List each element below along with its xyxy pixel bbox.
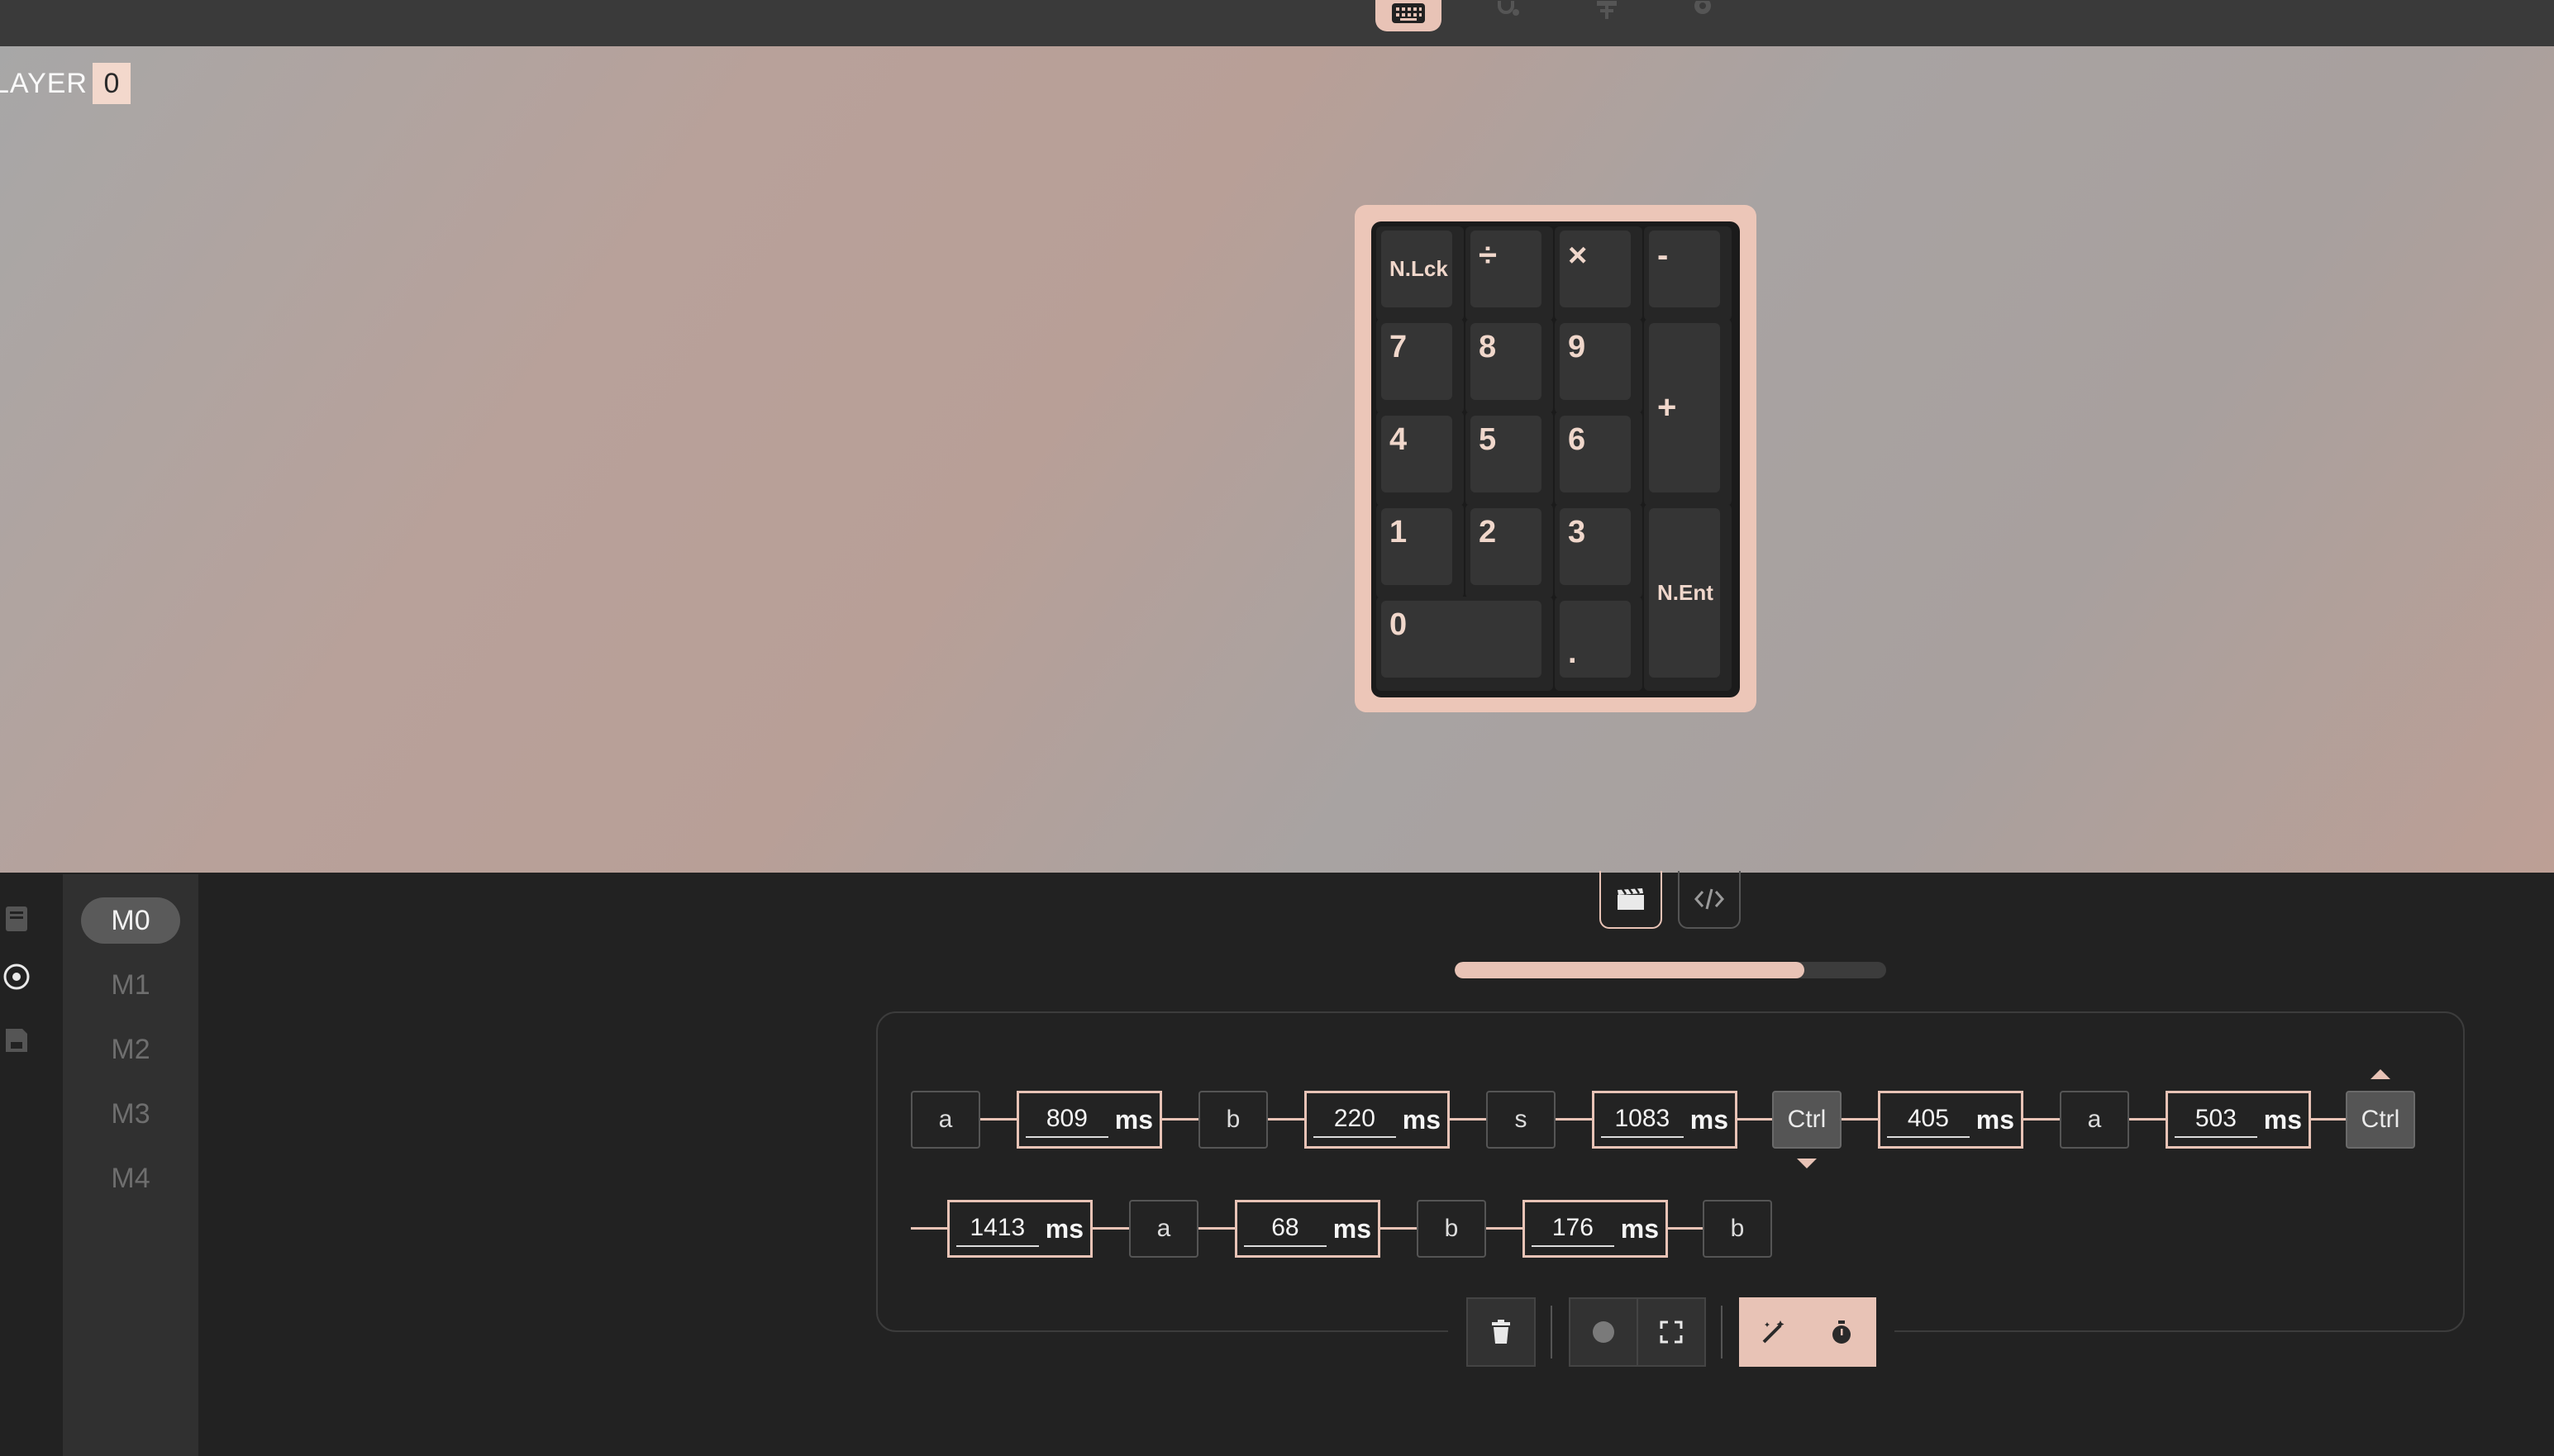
- key-minus[interactable]: -: [1644, 226, 1732, 321]
- key-5[interactable]: 5: [1465, 412, 1553, 506]
- macro-item-m1[interactable]: M1: [81, 962, 180, 1008]
- key-up-indicator: [2371, 1069, 2390, 1079]
- delay-field[interactable]: 176 ms: [1522, 1200, 1668, 1258]
- macro-item-m2[interactable]: M2: [81, 1026, 180, 1073]
- fullscreen-icon[interactable]: [1637, 1297, 1706, 1367]
- key-3[interactable]: 3: [1555, 504, 1642, 598]
- key-9[interactable]: 9: [1555, 319, 1642, 413]
- key-down-indicator: [1797, 1159, 1817, 1168]
- numpad-body: N.Lck ÷ × - 7 8 9 + 4 5 6 1 2 3 N.Ent 0 …: [1371, 221, 1740, 697]
- progress-fill: [1455, 962, 1804, 978]
- key-dot[interactable]: .: [1555, 597, 1642, 691]
- stethoscope-icon[interactable]: [1475, 0, 1541, 31]
- key-6[interactable]: 6: [1555, 412, 1642, 506]
- keyboard-stage: LAYER 0 N.Lck ÷ × - 7 8 9 + 4 5 6 1 2 3 …: [0, 46, 2554, 873]
- key-divide[interactable]: ÷: [1465, 226, 1553, 321]
- delay-field[interactable]: 503 ms: [2166, 1091, 2311, 1149]
- sequence-key-ctrl-up[interactable]: Ctrl: [2346, 1091, 2415, 1149]
- stopwatch-icon[interactable]: [1807, 1297, 1876, 1367]
- delay-field[interactable]: 1083 ms: [1592, 1091, 1737, 1149]
- sequence-key-b[interactable]: b: [1198, 1091, 1268, 1149]
- side-toolbar: [0, 874, 36, 1456]
- key-1[interactable]: 1: [1376, 504, 1464, 598]
- sliders-icon[interactable]: [1574, 0, 1640, 31]
- delay-field[interactable]: 405 ms: [1878, 1091, 2023, 1149]
- target-icon[interactable]: [0, 960, 33, 993]
- sequence-key-b[interactable]: b: [1703, 1200, 1772, 1258]
- key-num-enter[interactable]: N.Ent: [1644, 504, 1732, 691]
- macro-item-m0[interactable]: M0: [81, 897, 180, 944]
- key-7[interactable]: 7: [1376, 319, 1464, 413]
- clapperboard-icon[interactable]: [1599, 871, 1662, 929]
- macro-list: M0 M1 M2 M3 M4: [63, 874, 198, 1456]
- code-icon[interactable]: [1678, 871, 1741, 929]
- gear-icon[interactable]: [1670, 0, 1736, 31]
- key-2[interactable]: 2: [1465, 504, 1553, 598]
- magic-wand-icon[interactable]: [1739, 1297, 1808, 1367]
- layer-selector[interactable]: 0: [93, 63, 131, 104]
- sequence-key-a[interactable]: a: [2060, 1091, 2129, 1149]
- delay-field[interactable]: 68 ms: [1235, 1200, 1380, 1258]
- record-icon[interactable]: [1569, 1297, 1638, 1367]
- macro-item-m3[interactable]: M3: [81, 1091, 180, 1137]
- toolbar-divider: [1551, 1306, 1552, 1358]
- sequence-toolbar: [1448, 1294, 1894, 1368]
- top-navigation-bar: [0, 0, 2554, 46]
- sequence-key-a[interactable]: a: [911, 1091, 980, 1149]
- sequence-key-s[interactable]: s: [1486, 1091, 1556, 1149]
- trash-icon[interactable]: [1466, 1297, 1536, 1367]
- macro-item-m4[interactable]: M4: [81, 1155, 180, 1201]
- playback-progress-bar: [1455, 962, 1886, 978]
- book-icon[interactable]: [0, 902, 33, 935]
- delay-field[interactable]: 220 ms: [1304, 1091, 1450, 1149]
- layer-label: LAYER: [0, 68, 88, 99]
- sequence-key-a[interactable]: a: [1129, 1200, 1198, 1258]
- toolbar-divider: [1721, 1306, 1723, 1358]
- key-0[interactable]: 0: [1376, 597, 1553, 691]
- keyboard-icon[interactable]: [1375, 0, 1441, 31]
- save-icon[interactable]: [0, 1023, 33, 1056]
- key-4[interactable]: 4: [1376, 412, 1464, 506]
- macro-sequence-panel: a 809 ms b 220 ms s 1083 ms Ctrl 405 ms a 50…: [876, 1011, 2465, 1332]
- key-num-lock[interactable]: N.Lck: [1376, 226, 1464, 321]
- key-plus[interactable]: +: [1644, 319, 1732, 506]
- key-8[interactable]: 8: [1465, 319, 1553, 413]
- delay-field[interactable]: 809 ms: [1017, 1091, 1162, 1149]
- sequence-key-ctrl-down[interactable]: Ctrl: [1772, 1091, 1842, 1149]
- numpad-keyboard: N.Lck ÷ × - 7 8 9 + 4 5 6 1 2 3 N.Ent 0 …: [1355, 205, 1756, 712]
- key-multiply[interactable]: ×: [1555, 226, 1642, 321]
- delay-field[interactable]: 1413 ms: [947, 1200, 1093, 1258]
- sequence-key-b[interactable]: b: [1417, 1200, 1486, 1258]
